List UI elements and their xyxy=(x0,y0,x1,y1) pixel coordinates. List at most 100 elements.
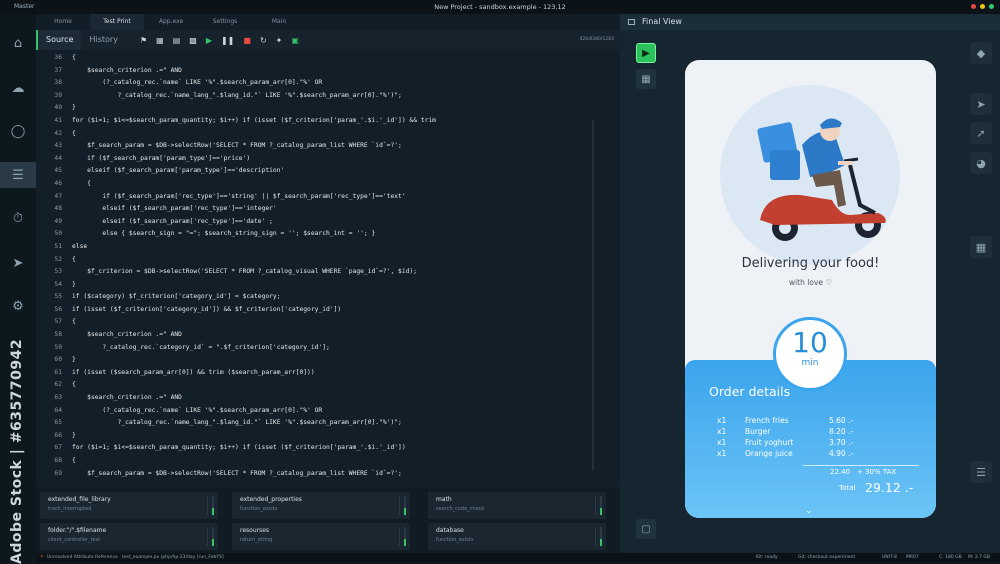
function-card[interactable]: resourses return_string xyxy=(232,523,410,550)
circle-icon[interactable]: ◯ xyxy=(9,122,27,140)
pin-icon[interactable]: ◆ xyxy=(970,42,992,64)
code-text: else xyxy=(72,242,88,250)
rocket-icon[interactable]: ➤ xyxy=(970,93,992,115)
send-icon[interactable]: ➚ xyxy=(970,122,992,144)
tab-source[interactable]: Source xyxy=(36,30,82,50)
code-line[interactable]: 54} xyxy=(36,279,620,292)
code-line[interactable]: 38 (?_catalog_rec.`name` LIKE '%".$searc… xyxy=(36,77,620,90)
code-line[interactable]: 57 { xyxy=(36,316,620,329)
phone-mockup: Delivering your food! with love ♡ 10 min… xyxy=(685,60,936,518)
code-line[interactable]: 49 elseif ($f_search_param['rec_type']==… xyxy=(36,216,620,229)
tab-app[interactable]: App.exe xyxy=(144,14,198,30)
code-line[interactable]: 45 elseif ($f_search_param['param_type']… xyxy=(36,165,620,178)
refresh-icon[interactable]: ↻ xyxy=(260,36,267,45)
function-card[interactable]: database function_exists xyxy=(428,523,606,550)
code-line[interactable]: 60} xyxy=(36,354,620,367)
code-line[interactable]: 67 for ($i=1; $i<=$search_param_quantity;… xyxy=(36,442,620,455)
code-line[interactable]: 51 else xyxy=(36,241,620,254)
tab-home[interactable]: Home xyxy=(36,14,90,30)
tab-main[interactable]: Main xyxy=(252,14,306,30)
tab-history[interactable]: History xyxy=(81,30,125,50)
code-line[interactable]: 66} xyxy=(36,430,620,443)
gauge-icon[interactable]: ◕ xyxy=(970,152,992,174)
code-text: } xyxy=(72,431,76,439)
card-subtitle: search_code_check xyxy=(436,506,485,512)
cloud-icon[interactable]: ☁ xyxy=(9,79,27,97)
maximize-window-icon[interactable] xyxy=(989,4,994,9)
code-line[interactable]: 53 $f_criterion = $DB->selectRow('SELECT… xyxy=(36,266,620,279)
document-icon[interactable]: ▤ xyxy=(173,36,181,45)
function-card[interactable]: math search_code_check xyxy=(428,492,606,519)
layers-icon[interactable]: ☰ xyxy=(0,162,36,188)
code-line[interactable]: 59 ?_catalog_rec.`category_id` = ".$f_cr… xyxy=(36,342,620,355)
code-line[interactable]: 42 { xyxy=(36,128,620,141)
chevron-down-icon[interactable]: ⌄ xyxy=(805,506,813,516)
code-text: $search_criterion .=" AND xyxy=(72,331,182,339)
code-line[interactable]: 63 $search_criterion .=" AND xyxy=(36,392,620,405)
status-encoding: UNIT-8 xyxy=(882,555,897,560)
line-number: 59 xyxy=(54,343,62,351)
code-line[interactable]: 41 for ($i=1; $i<=$search_param_quantity;… xyxy=(36,115,620,128)
code-line[interactable]: 37 $search_criterion .=" AND xyxy=(36,65,620,78)
line-number: 58 xyxy=(54,331,62,339)
editor-scrollbar[interactable] xyxy=(592,120,594,470)
code-line[interactable]: 43 $f_search_param = $DB->selectRow('SEL… xyxy=(36,140,620,153)
home-icon[interactable]: ⌂ xyxy=(9,34,27,52)
layout-icon[interactable]: ▦ xyxy=(970,236,992,258)
divider xyxy=(803,465,919,466)
code-line[interactable]: 52 { xyxy=(36,254,620,267)
list-icon[interactable]: ☰ xyxy=(970,461,992,483)
delivery-subheading: with love ♡ xyxy=(788,278,833,287)
timer-icon[interactable]: ⏱ xyxy=(9,209,27,227)
stop-square-icon[interactable]: ▢ xyxy=(636,519,656,539)
tab-test-print[interactable]: Test Print xyxy=(90,14,144,30)
code-line[interactable]: 56 if (isset ($f_criterion['category_id']… xyxy=(36,304,620,317)
function-panel: extended_file_library track_interrupted … xyxy=(36,487,620,553)
delivery-scooter-illustration xyxy=(757,118,886,241)
code-lines[interactable]: 36{37 $search_criterion .=" AND 38 (?_cat… xyxy=(36,52,620,480)
function-card[interactable]: extended_file_library track_interrupted xyxy=(40,492,218,519)
code-line[interactable]: 69 $f_search_param = $DB->selectRow('SEL… xyxy=(36,468,620,481)
line-number: 51 xyxy=(54,242,62,250)
code-line[interactable]: 47 if ($f_search_param['rec_type']=='str… xyxy=(36,191,620,204)
code-line[interactable]: 36 { xyxy=(36,52,620,65)
code-line[interactable]: 44 if ($f_search_param['param_type']=='p… xyxy=(36,153,620,166)
status-memory: M: 2.7 GB xyxy=(968,555,990,560)
play-preview-button[interactable]: ▶ xyxy=(636,43,656,63)
status-git[interactable]: Git: checkout experiment xyxy=(798,555,855,560)
close-window-icon[interactable] xyxy=(971,4,976,9)
code-line[interactable]: 68 { xyxy=(36,455,620,468)
code-line[interactable]: 39 ?_catalog_rec.`name_lang_".$lang_id."… xyxy=(36,90,620,103)
run-icon[interactable]: ▶ xyxy=(206,36,212,45)
code-line[interactable]: 65 ?_catalog_rec.`name_lang_".$lang_id."… xyxy=(36,417,620,430)
function-card[interactable]: extended_properties function_exists xyxy=(232,492,410,519)
code-line[interactable]: 55 if ($category) $f_criterion['category_… xyxy=(36,291,620,304)
code-text: elseif ($f_search_param['param_type']=='… xyxy=(72,167,285,175)
code-line[interactable]: 46 { xyxy=(36,178,620,191)
tab-settings[interactable]: Settings xyxy=(198,14,252,30)
cursor-icon[interactable]: ➤ xyxy=(9,254,27,272)
grid-icon[interactable]: ▦ xyxy=(636,69,656,89)
line-number: 43 xyxy=(54,142,62,150)
code-line[interactable]: 64 (?_catalog_rec.`name` LIKE '%".$searc… xyxy=(36,405,620,418)
pause-icon[interactable]: ❚❚ xyxy=(221,36,234,45)
code-line[interactable]: 62 { xyxy=(36,379,620,392)
stop-icon[interactable]: ■ xyxy=(243,36,251,45)
minimize-window-icon[interactable] xyxy=(980,4,985,9)
back-icon[interactable]: ⚑ xyxy=(140,36,147,45)
code-line[interactable]: 40} xyxy=(36,102,620,115)
code-line[interactable]: 61 if (isset ($search_param_arr[0]) && tr… xyxy=(36,367,620,380)
code-line[interactable]: 48 elseif ($f_search_param['rec_type']==… xyxy=(36,203,620,216)
status-error[interactable]: Unresolved Attribute Reference xyxy=(47,555,118,560)
debug-icon[interactable]: ▣ xyxy=(291,36,299,45)
code-line[interactable]: 58 $search_criterion .=" AND xyxy=(36,329,620,342)
code-text: $search_criterion .=" AND xyxy=(72,394,182,402)
settings-icon[interactable]: ⚙ xyxy=(9,297,27,315)
save-icon[interactable]: ▩ xyxy=(189,36,197,45)
code-line[interactable]: 50 else { $search_sign = "="; $search_st… xyxy=(36,228,620,241)
status-mr: MR07 xyxy=(906,555,919,560)
wand-icon[interactable]: ✦ xyxy=(276,36,283,45)
timer-value: 10 xyxy=(792,326,828,359)
function-card[interactable]: folder."/".$filename client_controller_t… xyxy=(40,523,218,550)
copy-icon[interactable]: ▦ xyxy=(156,36,164,45)
